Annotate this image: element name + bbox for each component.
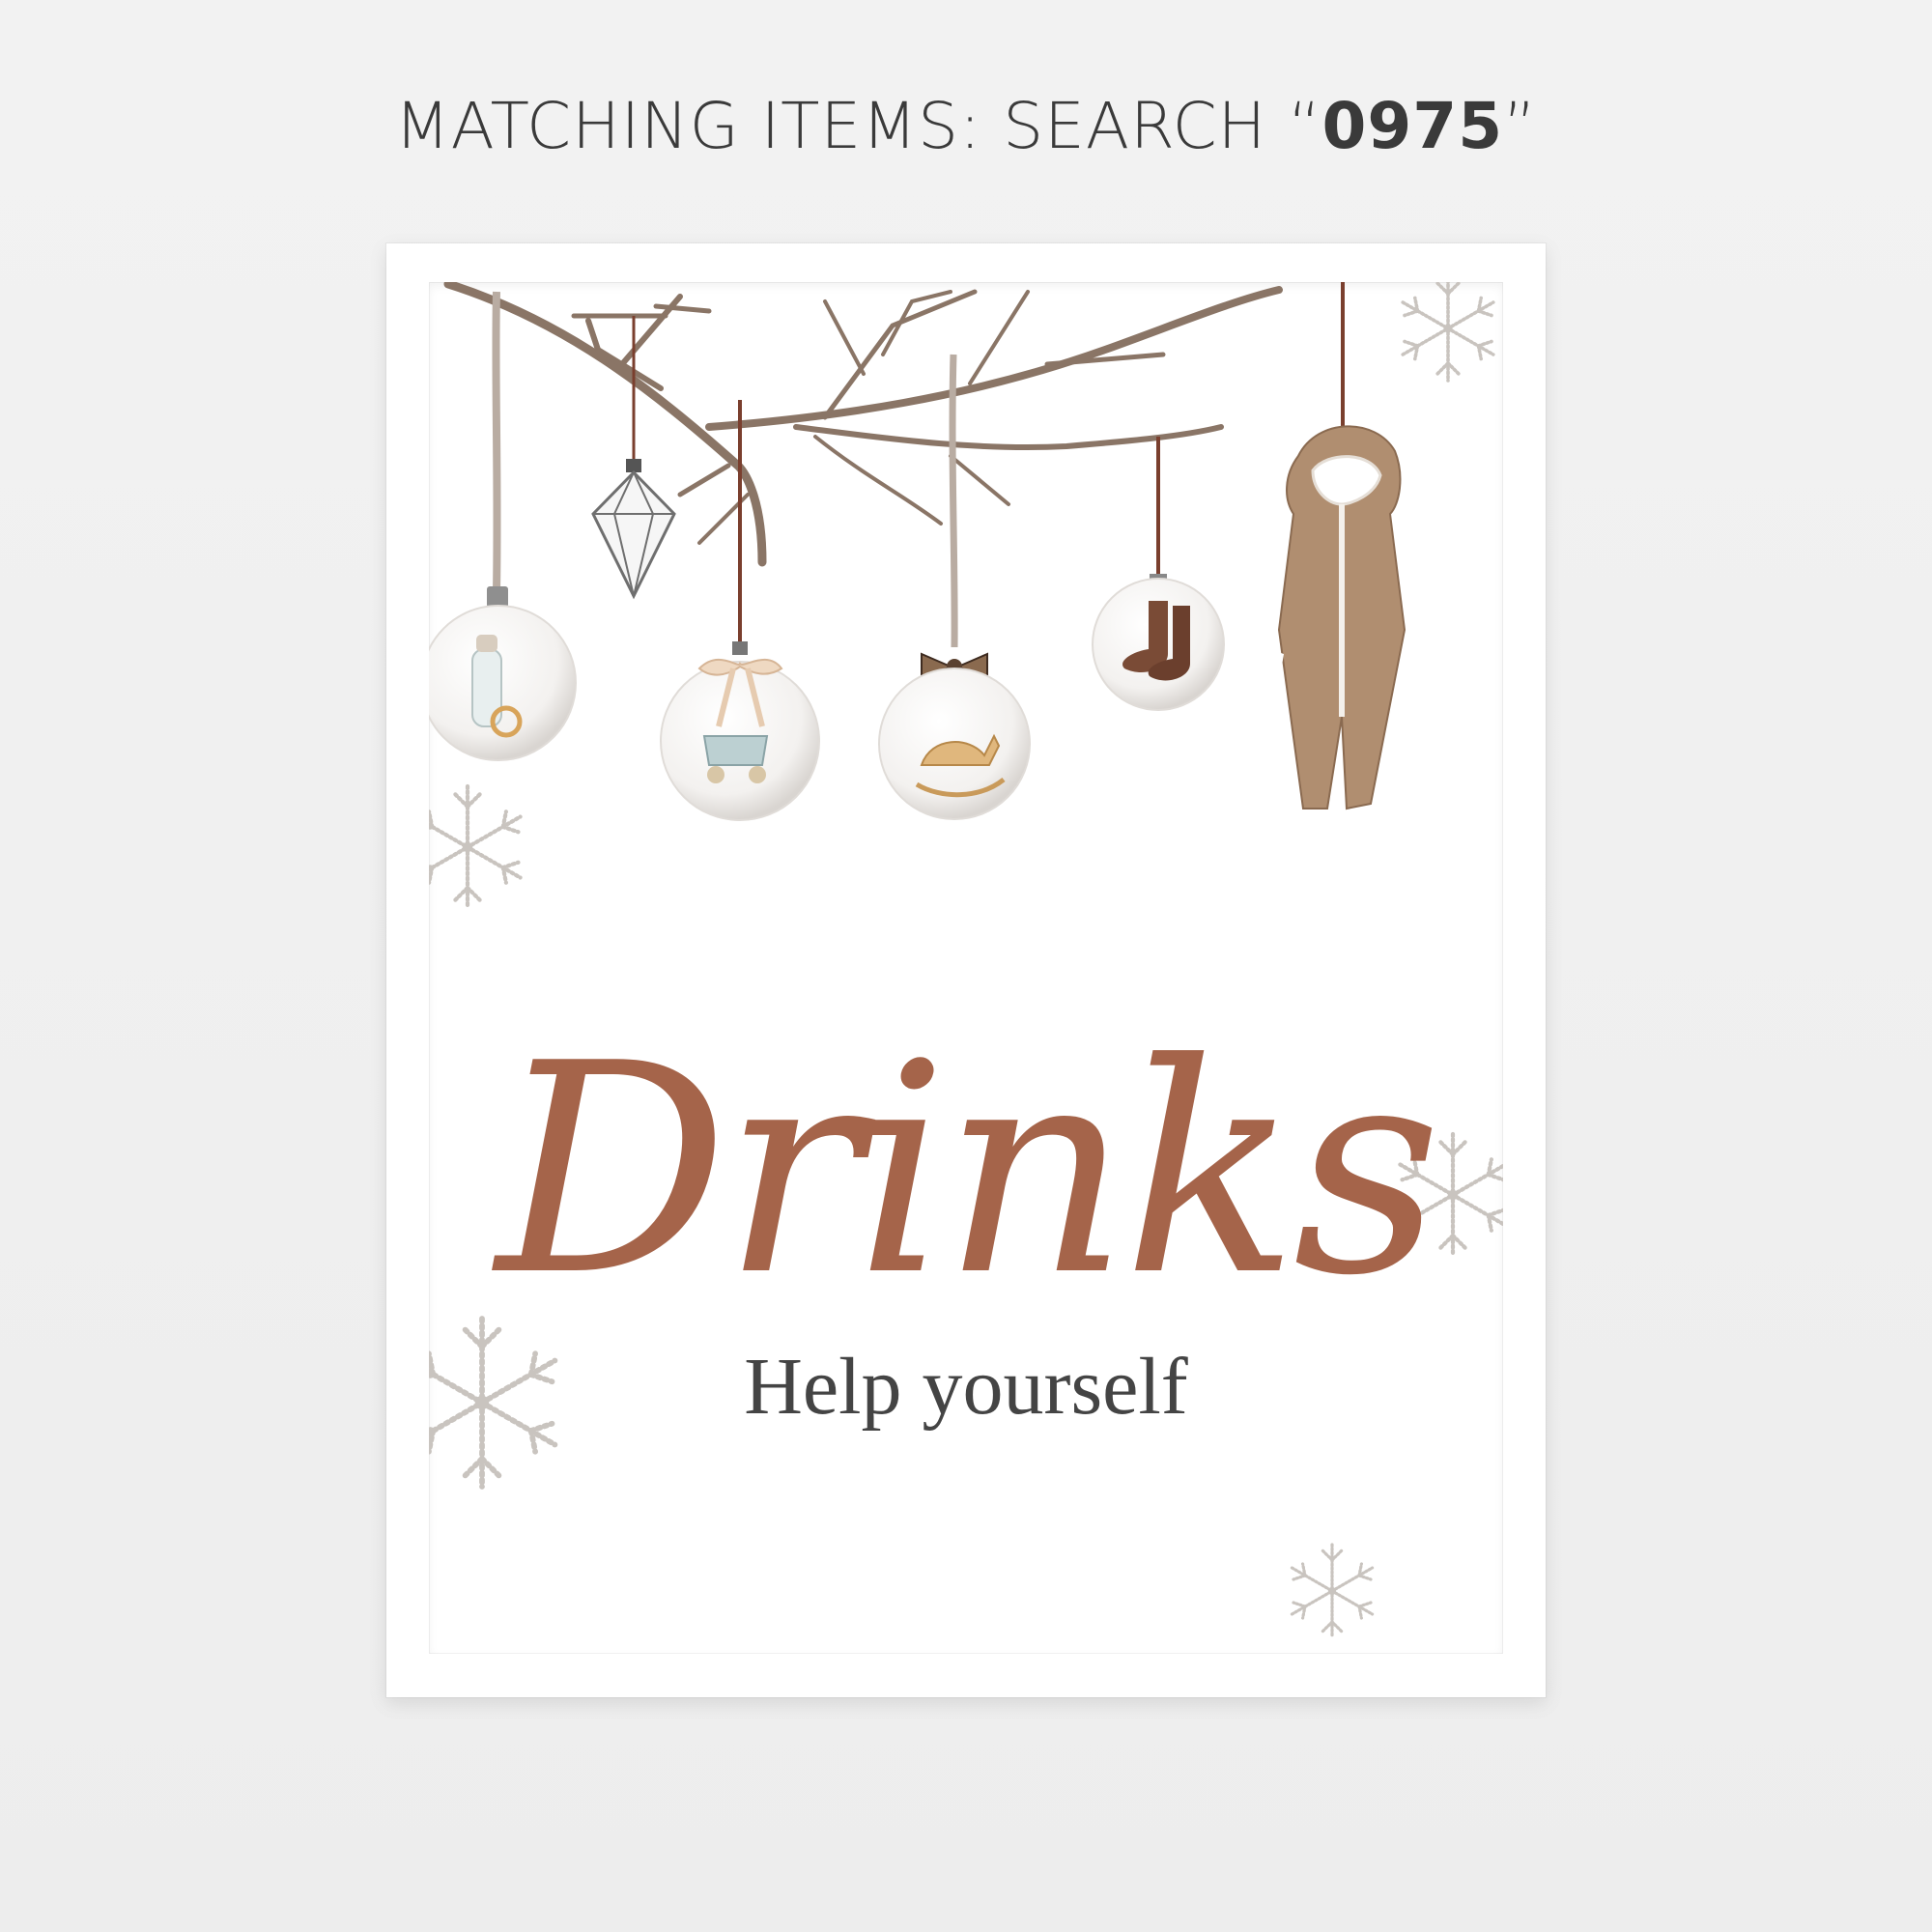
hooded-snowsuit-icon	[1265, 282, 1424, 810]
sign-print: Drinks Help yourself	[429, 282, 1503, 1654]
rocking-horse-with-bow-ornament-icon	[878, 354, 1031, 820]
sign-illustration	[429, 282, 1503, 1639]
header-prefix: MATCHING ITEMS: SEARCH “	[394, 89, 1322, 163]
pram-with-bow-ornament-icon	[660, 400, 820, 821]
picture-frame: Drinks Help yourself	[386, 243, 1546, 1697]
sign-subtitle: Help yourself	[744, 1342, 1188, 1432]
bottle-and-pacifier-ornament-icon	[429, 291, 577, 761]
matching-items-header: MATCHING ITEMS: SEARCH “0975”	[0, 89, 1932, 163]
socks-ornament-icon	[1092, 437, 1225, 711]
sign-title: Drinks	[496, 1002, 1442, 1339]
header-suffix: ”	[1503, 89, 1538, 163]
search-code: 0975	[1321, 89, 1504, 163]
bare-branch-icon	[443, 282, 1283, 567]
